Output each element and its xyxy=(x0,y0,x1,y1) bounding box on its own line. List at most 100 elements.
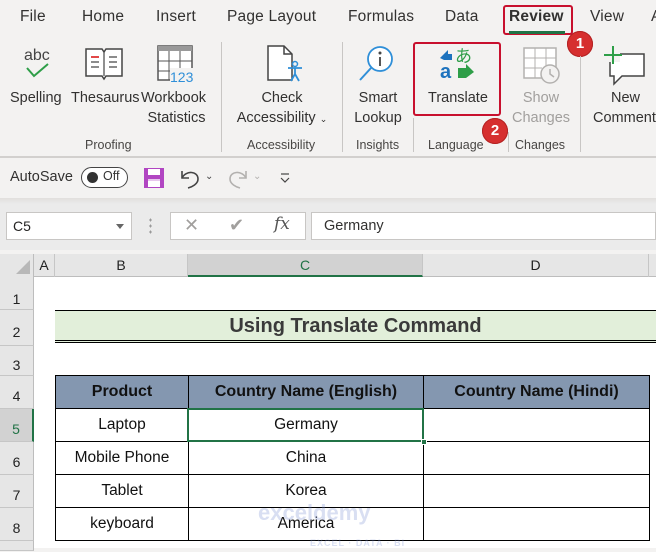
enter-check-icon[interactable]: ✔ xyxy=(229,215,244,236)
group-separator xyxy=(413,118,414,152)
show-changes-line1: Show xyxy=(522,90,560,106)
cancel-icon[interactable]: ✕ xyxy=(184,215,199,236)
splitter-handle[interactable] xyxy=(149,217,152,235)
group-label-accessibility: Accessibility xyxy=(247,138,316,152)
tab-page-layout[interactable]: Page Layout xyxy=(227,8,316,26)
smart-lookup-line2: Lookup xyxy=(354,110,402,126)
workbook-statistics-icon: 123 xyxy=(156,44,196,88)
autosave-toggle[interactable]: Off xyxy=(81,167,128,188)
tab-data[interactable]: Data xyxy=(445,8,479,26)
row-header-1[interactable]: 1 xyxy=(0,277,34,310)
row-header-4[interactable]: 4 xyxy=(0,376,34,409)
undo-icon[interactable] xyxy=(178,167,202,193)
smart-lookup-icon xyxy=(358,44,398,88)
name-box-dropdown-icon[interactable] xyxy=(116,224,124,229)
customize-qat-icon[interactable] xyxy=(279,170,291,189)
table-header-row: Product Country Name (English) Country N… xyxy=(55,375,650,409)
group-label-changes: Changes xyxy=(515,138,566,152)
name-box[interactable]: C5 xyxy=(6,212,132,240)
autosave-label: AutoSave xyxy=(10,169,73,185)
cell-country-english[interactable]: China xyxy=(188,441,424,475)
tab-view[interactable]: View xyxy=(590,8,624,26)
chevron-down-icon: ⌄ xyxy=(319,114,328,124)
row-header-5[interactable]: 5 xyxy=(0,409,34,442)
thesaurus-button[interactable]: Thesaurus xyxy=(71,88,140,108)
tab-insert[interactable]: Insert xyxy=(156,8,196,26)
cell-country-hindi[interactable] xyxy=(423,441,650,475)
column-header-a[interactable]: A xyxy=(34,254,55,277)
spelling-icon: abc xyxy=(24,47,50,78)
check-accessibility-button[interactable]: Check Accessibility ⌄ xyxy=(234,88,330,129)
cell-product[interactable]: Mobile Phone xyxy=(55,441,189,475)
show-changes-button[interactable]: Show Changes xyxy=(512,88,570,128)
cell-country-english[interactable]: Germany xyxy=(188,408,424,442)
cell-country-hindi[interactable] xyxy=(423,408,650,442)
name-box-value: C5 xyxy=(13,218,31,234)
header-country-hindi[interactable]: Country Name (Hindi) xyxy=(423,375,650,409)
workbook-label-line2: Statistics xyxy=(147,110,206,126)
row-header-2[interactable]: 2 xyxy=(0,310,34,346)
cell-country-english[interactable]: America xyxy=(188,507,424,541)
sheet-title[interactable]: Using Translate Command xyxy=(55,310,656,343)
header-product[interactable]: Product xyxy=(55,375,189,409)
autosave-state: Off xyxy=(103,169,120,183)
cell-product[interactable]: keyboard xyxy=(55,507,189,541)
formula-input[interactable]: Germany xyxy=(311,212,656,240)
row-header-6[interactable]: 6 xyxy=(0,442,34,475)
cell-country-english[interactable]: Korea xyxy=(188,474,424,508)
table-row: Laptop Germany xyxy=(55,408,650,442)
group-label-proofing: Proofing xyxy=(85,138,132,152)
group-separator xyxy=(221,42,222,152)
column-header-d[interactable]: D xyxy=(423,254,649,277)
column-header-b[interactable]: B xyxy=(55,254,188,277)
spelling-button-icon[interactable]: abc xyxy=(22,44,58,84)
smart-lookup-line1: Smart xyxy=(358,90,398,106)
active-tab-indicator xyxy=(509,31,565,34)
step-badge-1: 1 xyxy=(567,31,593,57)
cell-product[interactable]: Tablet xyxy=(55,474,189,508)
table-row: keyboard America xyxy=(55,507,650,541)
redo-icon xyxy=(226,167,250,193)
group-separator xyxy=(342,42,343,152)
tab-formulas[interactable]: Formulas xyxy=(348,8,414,26)
workbook-label-line1: Workbook xyxy=(141,90,207,106)
new-comment-button[interactable]: New Comment xyxy=(593,88,656,128)
save-icon[interactable] xyxy=(144,168,164,192)
select-all-button[interactable] xyxy=(0,254,34,277)
toggle-knob xyxy=(87,172,98,183)
step-badge-2: 2 xyxy=(482,118,508,144)
table-row: Mobile Phone China xyxy=(55,441,650,475)
new-comment-line2: Comment xyxy=(593,110,656,126)
insert-function-icon[interactable]: fx xyxy=(274,214,290,234)
table-row: Tablet Korea xyxy=(55,474,650,508)
row-header-7[interactable]: 7 xyxy=(0,475,34,508)
spelling-button[interactable]: Spelling xyxy=(10,88,62,108)
row-header-9[interactable] xyxy=(0,541,34,551)
check-accessibility-line1: Check xyxy=(261,90,303,106)
cell-country-hindi[interactable] xyxy=(423,507,650,541)
smart-lookup-button[interactable]: Smart Lookup xyxy=(352,88,404,128)
column-header-c[interactable]: C xyxy=(188,254,423,277)
tab-more[interactable]: A xyxy=(651,8,656,26)
new-comment-line1: New xyxy=(611,90,641,106)
group-separator xyxy=(580,56,581,152)
tab-file[interactable]: File xyxy=(20,8,46,26)
new-comment-icon xyxy=(604,46,648,90)
data-table: Product Country Name (English) Country N… xyxy=(55,375,650,541)
check-accessibility-icon xyxy=(266,44,306,88)
undo-dropdown-icon[interactable]: ⌄ xyxy=(205,171,213,182)
cell-country-hindi[interactable] xyxy=(423,474,650,508)
group-label-insights: Insights xyxy=(356,138,400,152)
cell-product[interactable]: Laptop xyxy=(55,408,189,442)
show-changes-line2: Changes xyxy=(512,110,571,126)
show-changes-icon xyxy=(522,46,562,88)
spelling-abc-text: abc xyxy=(24,47,50,64)
row-header-8[interactable]: 8 xyxy=(0,508,34,541)
header-country-english[interactable]: Country Name (English) xyxy=(188,375,424,409)
tab-home[interactable]: Home xyxy=(82,8,124,26)
group-separator xyxy=(508,132,509,152)
workbook-statistics-button[interactable]: Workbook Statistics xyxy=(141,88,206,128)
row-header-3[interactable]: 3 xyxy=(0,346,34,376)
fill-handle[interactable] xyxy=(421,439,427,445)
thesaurus-icon xyxy=(84,46,124,86)
